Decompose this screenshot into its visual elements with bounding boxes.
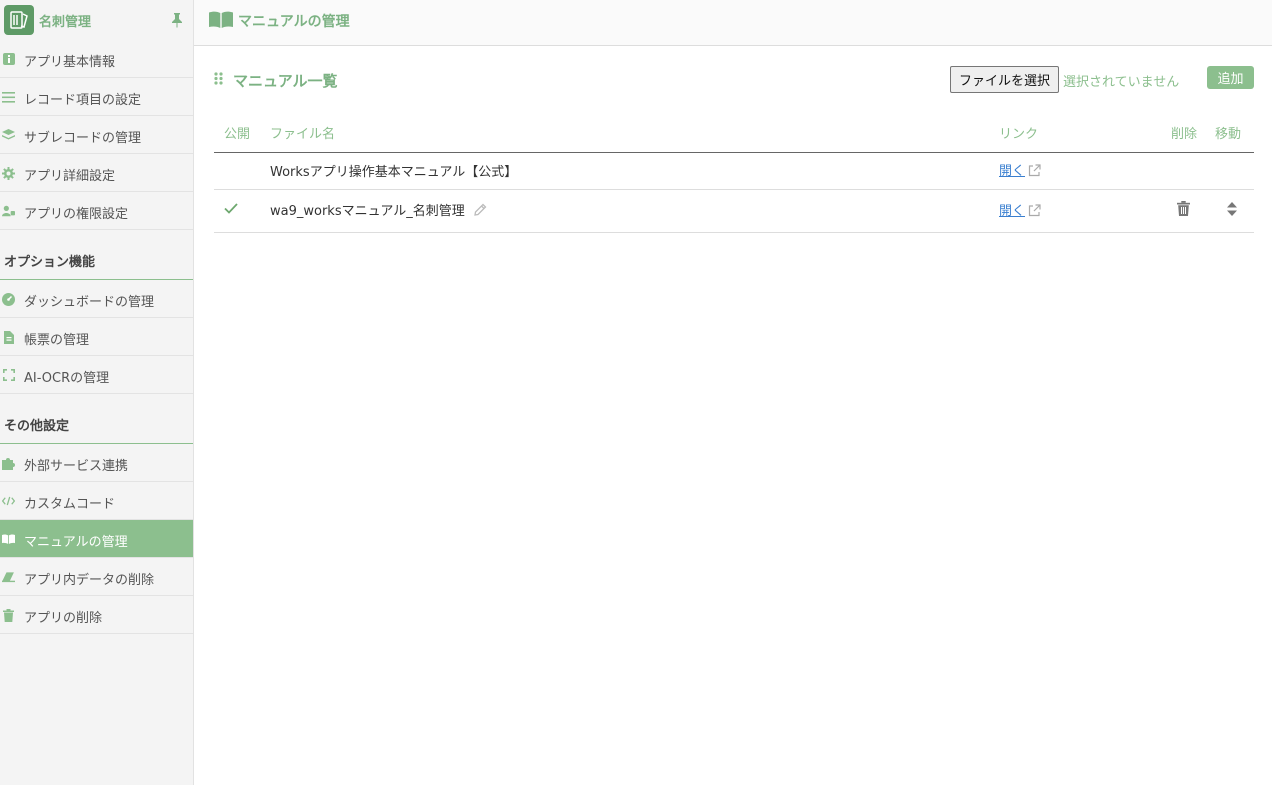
check-icon[interactable]: [224, 203, 238, 218]
sidebar-item-label: 外部サービス連携: [24, 459, 129, 474]
section-other-title: その他設定: [0, 394, 193, 444]
gear-icon: [2, 166, 15, 180]
sidebar-item-label: レコード項目の設定: [24, 93, 142, 108]
edit-pencil-icon[interactable]: [473, 203, 487, 221]
sidebar-item-external-services[interactable]: 外部サービス連携: [0, 444, 193, 482]
app-name: 名刺管理: [39, 14, 92, 30]
page-title: マニュアルの管理: [238, 14, 350, 30]
sidebar-item-label: 帳票の管理: [24, 333, 90, 348]
filename-text: Worksアプリ操作基本マニュアル【公式】: [270, 165, 518, 180]
sidebar-item-permissions[interactable]: アプリの権限設定: [0, 192, 193, 230]
file-status-text: 選択されていません: [1063, 75, 1180, 90]
sidebar-item-label: ダッシュボードの管理: [24, 295, 155, 310]
sidebar-item-label: アプリ内データの削除: [24, 573, 155, 588]
scan-icon: [2, 368, 15, 382]
manual-table: 公開 ファイル名 リンク 削除 移動 Worksアプリ操作基本マニュアル【公式】…: [214, 114, 1254, 233]
book-icon: [209, 11, 233, 32]
sidebar-item-manuals[interactable]: マニュアルの管理: [0, 520, 193, 558]
sidebar-item-label: アプリの削除: [24, 611, 103, 626]
link-cell: 開く: [999, 152, 1171, 190]
delete-cell: [1171, 189, 1215, 233]
sidebar-item-ai-ocr[interactable]: AI-OCRの管理: [0, 356, 193, 394]
table-header-row: 公開 ファイル名 リンク 削除 移動: [214, 114, 1254, 153]
app-logo-icon: [4, 5, 34, 35]
public-cell: [214, 152, 270, 190]
sidebar-item-delete-app[interactable]: アプリの削除: [0, 596, 193, 634]
column-header-filename: ファイル名: [270, 114, 999, 153]
sidebar-item-delete-data[interactable]: アプリ内データの削除: [0, 558, 193, 596]
delete-cell: [1171, 152, 1215, 190]
open-link[interactable]: 開く: [999, 164, 1025, 179]
sidebar-item-record-fields[interactable]: レコード項目の設定: [0, 78, 193, 116]
open-link[interactable]: 開く: [999, 204, 1025, 219]
sidebar-item-label: アプリの権限設定: [24, 207, 129, 222]
manual-list-header: マニュアル一覧: [214, 70, 338, 91]
sidebar-item-label: AI-OCRの管理: [24, 371, 110, 386]
external-link-icon: [1028, 164, 1041, 181]
column-header-delete: 削除: [1171, 114, 1215, 153]
sidebar-item-label: サブレコードの管理: [24, 131, 142, 146]
code-icon: [2, 494, 15, 508]
sidebar-item-subrecords[interactable]: サブレコードの管理: [0, 116, 193, 154]
list-icon: [2, 90, 15, 104]
filename-cell: wa9_worksマニュアル_名刺管理: [270, 189, 999, 233]
sidebar-item-app-info[interactable]: アプリ基本情報: [0, 40, 193, 78]
add-button[interactable]: 追加: [1207, 66, 1254, 89]
pin-icon[interactable]: [171, 12, 183, 32]
drag-handle-icon: [214, 72, 223, 89]
layers-icon: [2, 128, 15, 142]
sidebar-item-label: アプリ詳細設定: [24, 169, 116, 184]
info-icon: [2, 52, 15, 66]
section-option-title: オプション機能: [0, 230, 193, 280]
link-cell: 開く: [999, 189, 1171, 233]
sidebar-item-custom-code[interactable]: カスタムコード: [0, 482, 193, 520]
document-icon: [2, 330, 15, 344]
filename-text: wa9_worksマニュアル_名刺管理: [270, 204, 465, 219]
column-header-link: リンク: [999, 114, 1171, 153]
public-cell: [214, 189, 270, 233]
eraser-icon: [2, 570, 15, 584]
trash-icon[interactable]: [1177, 201, 1190, 220]
trash-icon: [2, 608, 15, 622]
sidebar: 名刺管理 アプリ基本情報 レコード項目の設定 サブレコードの管理 アプリ詳細設定…: [0, 0, 194, 785]
sidebar-item-forms[interactable]: 帳票の管理: [0, 318, 193, 356]
users-icon: [2, 204, 15, 218]
page-header: マニュアルの管理: [194, 0, 1272, 46]
sidebar-item-app-details[interactable]: アプリ詳細設定: [0, 154, 193, 192]
sort-handle-icon[interactable]: [1227, 201, 1237, 220]
dashboard-icon: [2, 292, 15, 306]
filename-cell: Worksアプリ操作基本マニュアル【公式】: [270, 152, 999, 190]
column-header-public: 公開: [214, 114, 270, 153]
move-cell: [1215, 152, 1254, 190]
external-link-icon: [1028, 204, 1041, 221]
app-brand[interactable]: 名刺管理: [0, 0, 193, 40]
sidebar-item-dashboard[interactable]: ダッシュボードの管理: [0, 280, 193, 318]
column-header-move: 移動: [1215, 114, 1254, 153]
main-content: マニュアル一覧 ファイルを選択 選択されていません 追加 公開 ファイル名 リン…: [194, 46, 1272, 785]
table-row: Worksアプリ操作基本マニュアル【公式】 開く: [214, 152, 1254, 190]
puzzle-icon: [2, 456, 15, 470]
table-row: wa9_worksマニュアル_名刺管理 開く: [214, 189, 1254, 233]
move-cell: [1215, 189, 1254, 233]
book-icon: [2, 532, 15, 546]
sidebar-item-label: カスタムコード: [24, 497, 116, 512]
choose-file-button[interactable]: ファイルを選択: [950, 66, 1059, 93]
sidebar-item-label: アプリ基本情報: [24, 55, 116, 70]
section-title: マニュアル一覧: [233, 72, 338, 90]
sidebar-item-label: マニュアルの管理: [24, 535, 128, 550]
